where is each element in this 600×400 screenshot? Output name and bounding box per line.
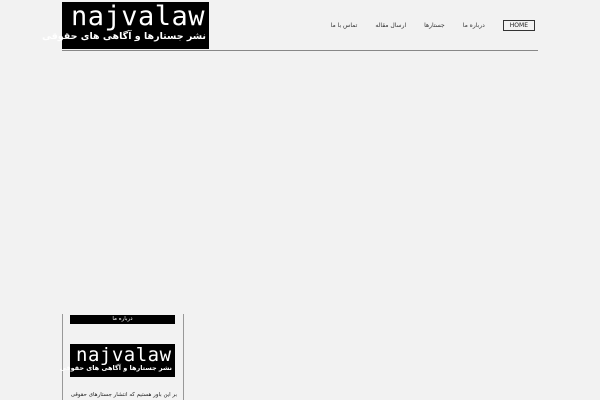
- site-header: najvalaw نشر جستارها و آگاهی های حقوقی H…: [41, 0, 538, 51]
- nav-articles[interactable]: جستارها: [424, 22, 445, 29]
- header-divider: [62, 50, 538, 51]
- about-widget: درباره ما najvalaw نشر جستارها و آگاهی ه…: [59, 314, 184, 400]
- widget-title: درباره ما: [70, 315, 175, 324]
- widget-logo-tagline: نشر جستارها و آگاهی های حقوقی: [59, 364, 172, 372]
- logo-tagline: نشر جستارها و آگاهی های حقوقی: [41, 31, 206, 42]
- widget-description: بر این باور هستیم که انتشار جستارهای حقو…: [70, 392, 177, 398]
- nav-about[interactable]: درباره ما: [463, 22, 485, 29]
- logo-wordmark: najvalaw: [71, 1, 206, 32]
- main-nav: HOME درباره ما جستارها ارسال مقاله تماس …: [313, 20, 535, 31]
- site-logo[interactable]: najvalaw نشر جستارها و آگاهی های حقوقی: [41, 1, 209, 49]
- nav-home[interactable]: HOME: [502, 20, 535, 31]
- nav-contact[interactable]: تماس با ما: [331, 22, 358, 29]
- widget-logo: najvalaw نشر جستارها و آگاهی های حقوقی: [59, 344, 175, 377]
- widget-logo-wordmark: najvalaw: [76, 344, 172, 366]
- nav-submit-article[interactable]: ارسال مقاله: [375, 22, 406, 29]
